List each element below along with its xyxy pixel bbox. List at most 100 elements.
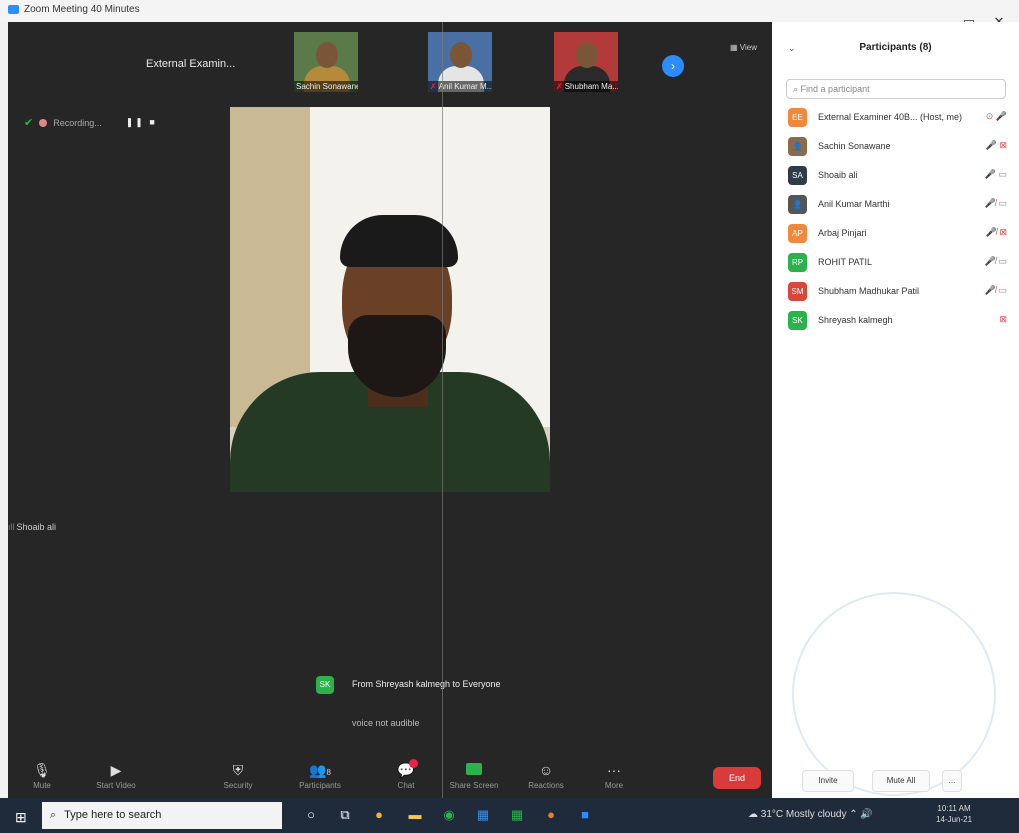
search-icon: ⌕ [50,809,57,821]
chat-icon: 💬 [397,762,415,778]
mic-muted-icon: 🎤̸ [985,227,997,237]
window-title: Zoom Meeting 40 Minutes [24,4,140,15]
meeting-toolbar: 🎙 Mute ▶ Start Video ⛨ Security 👥8 Parti… [8,757,772,798]
weather-widget[interactable]: ☁ 31°C Mostly cloudy ⌃ 🔊 [748,809,873,820]
excel-icon[interactable]: ▦ [508,807,526,823]
participant-status-icons: 🎤̸ ▭ [985,256,1007,267]
participant-name: Anil Kumar Marthi [818,199,890,209]
camera-off-icon: ⊠ [999,314,1007,324]
participant-name: Shreyash kalmegh [818,315,893,325]
thumbnail-head [576,42,598,68]
participant-search-input[interactable]: ⌕ Find a participant [786,79,1006,99]
participant-row[interactable]: AP Arbaj Pinjari 🎤̸ ⊠ [786,220,1011,249]
file-explorer-icon[interactable]: ▬ [406,807,424,822]
windows-start-icon[interactable]: ⊞ [15,809,27,826]
participant-status-icons: 🎤̸ ▭ [985,198,1007,209]
participant-row[interactable]: SK Shreyash kalmegh ⊠ [786,307,1011,336]
thumbnail-name: Anil Kumar M... [438,82,492,91]
participant-row[interactable]: RP ROHIT PATIL 🎤̸ ▭ [786,249,1011,278]
thumbnail-video-2[interactable]: ✗ Shubham Ma... [554,32,618,92]
recording-indicator: ✔ Recording... ❚❚ ■ [24,116,157,129]
participant-row[interactable]: SM Shubham Madhukar Patil 🎤̸ ▭ [786,278,1011,307]
reactions-button[interactable]: ☺ Reactions [516,761,576,790]
more-icon: ··· [607,762,621,778]
thumbnail-video-1[interactable]: ✗ Anil Kumar M... [428,32,492,92]
participant-row[interactable]: EE External Examiner 40B... (Host, me) ⊙… [786,104,1011,133]
panel-more-button[interactable]: ... [942,770,962,792]
participant-photo-avatar: 👤 [788,137,807,156]
firefox-icon[interactable]: ● [542,807,560,822]
clock-time: 10:11 AM [937,804,971,813]
panel-title: Participants (8) [859,42,932,53]
participant-avatar: RP [788,253,807,272]
mic-icon: 🎤 [985,140,997,150]
mute-all-button[interactable]: Mute All [872,770,930,792]
security-button[interactable]: ⛨ Security [208,761,268,790]
chat-avatar: SK [316,676,334,694]
recording-label: Recording... [53,117,102,128]
speaker-hair [340,215,458,267]
thumbnail-caption: Sachin Sonawane [294,81,358,92]
thumbnail-head [316,42,338,68]
cortana-icon[interactable]: ○ [302,807,320,822]
start-video-button[interactable]: ▶ Start Video [86,761,146,790]
camera-off-icon: ⊠ [999,227,1007,237]
participant-avatar: EE [788,108,807,127]
participant-status-icons: 🎤̸ ▭ [985,285,1007,296]
participant-avatar: SA [788,166,807,185]
participants-panel: ⌄ Participants (8) ⌕ Find a participant … [772,22,1019,798]
task-view-icon[interactable]: ⧉ [336,807,354,823]
participants-icon: 👥8 [309,762,331,778]
thumbnail-caption: ✗ Anil Kumar M... [428,81,492,92]
word-icon[interactable]: ▦ [474,807,492,823]
mute-button[interactable]: 🎙 Mute [12,761,72,790]
share-screen-button[interactable]: Share Screen [444,761,504,790]
participant-name: Arbaj Pinjari [818,228,867,238]
camera-off-icon: ▶ [110,762,122,778]
more-label: More [604,781,624,790]
camera-icon: ▭ [998,198,1007,208]
participant-row[interactable]: SA Shoaib ali 🎤 ▭ [786,162,1011,191]
participant-status-icons: 🎤 ⊠ [986,140,1007,151]
participant-status-icons: ⊠ [999,314,1007,325]
thumbnail-video-0[interactable]: Sachin Sonawane [294,32,358,92]
view-button[interactable]: ▦ View [730,43,757,52]
participant-name: External Examiner 40B... (Host, me) [818,112,963,122]
taskbar-search-input[interactable]: ⌕ Type here to search [42,802,282,829]
participant-row[interactable]: 👤 Anil Kumar Marthi 🎤̸ ▭ [786,191,1011,220]
more-button[interactable]: ··· More [584,761,644,790]
participant-status-icons: 🎤 ▭ [985,169,1007,180]
thumbnail-name: Sachin Sonawane [296,82,358,91]
chat-badge [409,759,418,768]
participants-button[interactable]: 👥8 Participants [290,761,350,790]
meeting-area: External Examin... Sachin Sonawane ✗ Anil… [8,22,772,798]
chat-button[interactable]: 💬 Chat [376,759,436,790]
chat-label: Chat [397,781,415,790]
camera-off-icon: ⊠ [999,140,1007,150]
microphone-icon: 🎙 [33,762,51,778]
speaker-name-label: ıll Shoaib ali [8,522,56,532]
external-examiner-tile[interactable]: External Examin... [146,58,235,70]
chrome-icon[interactable]: ● [370,807,388,822]
end-meeting-button[interactable]: End [713,767,761,789]
participant-row[interactable]: 👤 Sachin Sonawane 🎤 ⊠ [786,133,1011,162]
start-video-label: Start Video [96,781,136,790]
taskbar-clock[interactable]: 10:11 AM 14-Jun-21 [936,803,972,825]
zoom-app-icon [8,5,19,14]
participant-avatar: SM [788,282,807,301]
next-page-button[interactable]: › [662,55,684,77]
recording-controls[interactable]: ❚❚ ■ [126,117,157,128]
share-screen-icon [444,761,504,779]
invite-button[interactable]: Invite [802,770,854,792]
thumbnail-caption: ✗ Shubham Ma... [554,81,618,92]
mic-muted-icon: 🎤̸ [984,256,996,266]
active-speaker-video [230,107,550,492]
zoom-taskbar-icon[interactable]: ■ [576,807,594,822]
windows-taskbar: ⊞ ⌕ Type here to search ○ ⧉ ● ▬ ◉ ▦ ▦ ● ■… [0,798,1019,833]
participant-status-icons: 🎤̸ ⊠ [986,227,1007,238]
participant-photo-avatar: 👤 [788,195,807,214]
whatsapp-icon[interactable]: ◉ [440,807,458,823]
participant-name: Sachin Sonawane [818,141,891,151]
tray-icons: ⌃ 🔊 [849,809,873,820]
mic-muted-icon: 🎤̸ [984,198,996,208]
